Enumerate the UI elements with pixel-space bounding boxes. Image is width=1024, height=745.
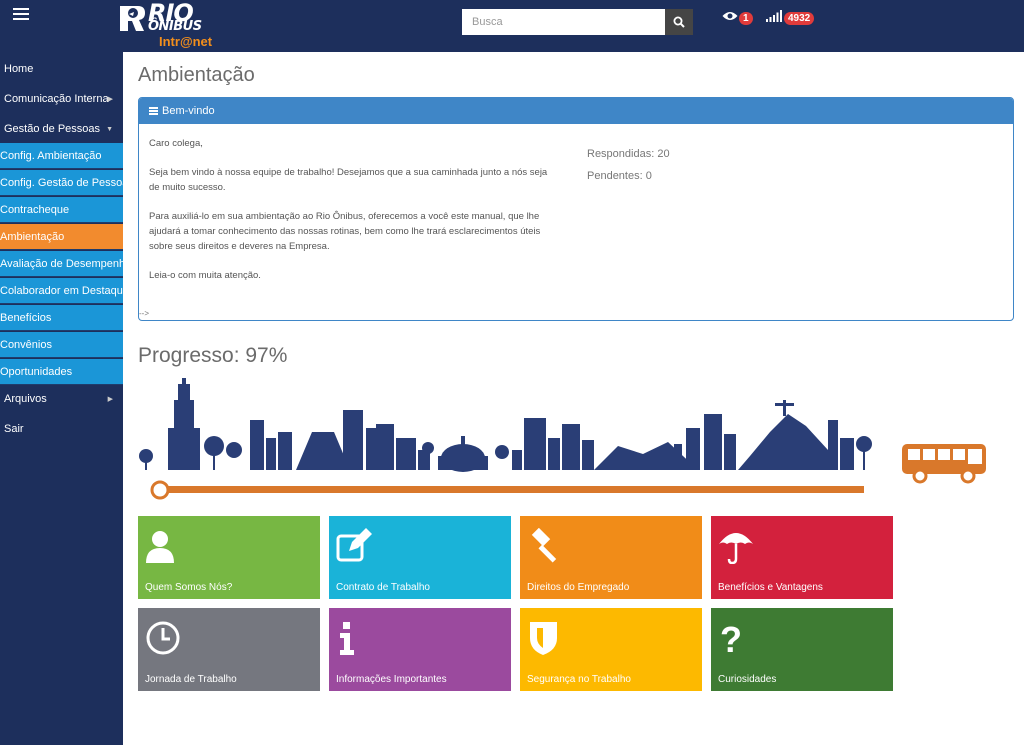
sidebar-subitem-contracheque[interactable]: Contracheque: [0, 197, 123, 223]
clock-icon: [146, 621, 180, 655]
shield-icon: [530, 622, 557, 655]
sidebar-item-gestao-de-pessoas[interactable]: Gestão de Pessoas ▼: [0, 120, 123, 138]
logo-mark-icon: [120, 6, 145, 31]
tile-contrato-de-trabalho[interactable]: Contrato de Trabalho: [329, 516, 511, 599]
sidebar-item-label: Home: [4, 63, 34, 75]
sidebar-item-label: Gestão de Pessoas: [4, 123, 101, 135]
stats-block: Respondidas: 20 Pendentes: 0: [587, 143, 670, 187]
sidebar-subitem-convenios[interactable]: Convênios: [0, 332, 123, 358]
tile-label: Benefícios e Vantagens: [718, 582, 823, 593]
sidebar-subitem-colaborador-em-destaque[interactable]: Colaborador em Destaque: [0, 278, 123, 304]
sidebar-item-label: Arquivos: [4, 393, 47, 405]
sidebar-subitem-ambientacao[interactable]: Ambientação: [0, 224, 123, 250]
paragraph-attention: Leia-o com muita atenção.: [149, 270, 261, 281]
sidebar-subitem-oportunidades[interactable]: Oportunidades: [0, 359, 123, 385]
sidebar-subitem-config-ambientacao[interactable]: Config. Ambientação: [0, 143, 123, 169]
tile-quem-somos-nos[interactable]: Quem Somos Nós?: [138, 516, 320, 599]
search-button[interactable]: [665, 9, 693, 35]
sidebar: Home Comunicação Interna ▶ Gestão de Pes…: [0, 52, 123, 745]
signal-icon: [766, 10, 782, 22]
search-input[interactable]: [462, 9, 665, 35]
panel-title: Bem-vindo: [162, 105, 215, 117]
tile-curiosidades[interactable]: ? Curiosidades: [711, 608, 893, 691]
eye-icon: [722, 12, 738, 20]
tile-label: Direitos do Empregado: [527, 582, 630, 593]
pendentes-count: Pendentes: 0: [587, 170, 652, 182]
search-icon: [673, 16, 685, 28]
paragraph-welcome: Seja bem vindo à nossa equipe de trabalh…: [149, 167, 548, 193]
tile-informacoes-importantes[interactable]: Informações Importantes: [329, 608, 511, 691]
signal-badge: 4932: [784, 12, 815, 25]
menu-toggle-icon[interactable]: [13, 8, 29, 22]
svg-text:?: ?: [720, 620, 742, 656]
respondidas-count: Respondidas: 20: [587, 148, 670, 160]
top-bar: RIO ÔNIBUS Intr@net 1 4932: [0, 0, 1024, 52]
rio-skyline-illustration: [139, 378, 872, 472]
sidebar-item-label: Sair: [4, 423, 24, 435]
logo-onibus-text: ÔNIBUS: [148, 19, 202, 34]
comment-end-text: -->: [139, 309, 149, 318]
sidebar-item-label: Comunicação Interna: [4, 93, 109, 105]
tile-beneficios-e-vantagens[interactable]: Benefícios e Vantagens: [711, 516, 893, 599]
rio-onibus-logo[interactable]: RIO ÔNIBUS Intr@net: [118, 0, 228, 50]
sidebar-subitem-avaliacao-de-desempenho[interactable]: Avaliação de Desempenho: [0, 251, 123, 277]
tile-direitos-do-empregado[interactable]: Direitos do Empregado: [520, 516, 702, 599]
greeting-text: Caro colega,: [149, 138, 203, 149]
edit-icon: [336, 528, 372, 562]
progress-title: Progresso: 97%: [138, 344, 288, 367]
tile-label: Curiosidades: [718, 674, 777, 685]
welcome-text: Caro colega, Seja bem vindo à nossa equi…: [149, 136, 559, 297]
tile-label: Contrato de Trabalho: [336, 582, 430, 593]
paragraph-manual: Para auxiliá-lo em sua ambientação ao Ri…: [149, 211, 541, 252]
chevron-right-icon: ▶: [107, 96, 113, 103]
tile-seguranca-no-trabalho[interactable]: Segurança no Trabalho: [520, 608, 702, 691]
bus-icon: [902, 444, 986, 484]
panel-header: Bem-vindo: [139, 98, 1013, 124]
views-badge: 1: [739, 12, 753, 25]
logo-intranet-text: Intr@net: [159, 34, 213, 49]
tile-label: Segurança no Trabalho: [527, 674, 631, 685]
sidebar-item-comunicacao-interna[interactable]: Comunicação Interna ▶: [0, 90, 123, 108]
tile-label: Informações Importantes: [336, 674, 447, 685]
welcome-panel: Bem-vindo Caro colega, Seja bem vindo à …: [138, 97, 1014, 321]
tile-label: Jornada de Trabalho: [145, 674, 237, 685]
sidebar-item-arquivos[interactable]: Arquivos ▶: [0, 390, 123, 408]
page-title: Ambientação: [138, 64, 255, 86]
sidebar-subitem-beneficios[interactable]: Benefícios: [0, 305, 123, 331]
question-icon: ?: [720, 620, 742, 656]
info-icon: [340, 622, 354, 655]
umbrella-icon: [719, 533, 753, 564]
chevron-right-icon: ▶: [107, 396, 113, 403]
sidebar-item-sair[interactable]: Sair: [0, 420, 123, 438]
progress-track: [150, 480, 864, 500]
sidebar-subitem-config-gestao-de-pessoas[interactable]: Config. Gestão de Pessoas: [0, 170, 123, 196]
tile-jornada-de-trabalho[interactable]: Jornada de Trabalho: [138, 608, 320, 691]
list-icon: [149, 107, 158, 115]
tile-label: Quem Somos Nós?: [145, 582, 233, 593]
sidebar-item-home[interactable]: Home: [0, 60, 123, 78]
chevron-down-icon: ▼: [106, 125, 113, 133]
user-icon: [146, 531, 174, 563]
gavel-icon: [531, 528, 557, 563]
